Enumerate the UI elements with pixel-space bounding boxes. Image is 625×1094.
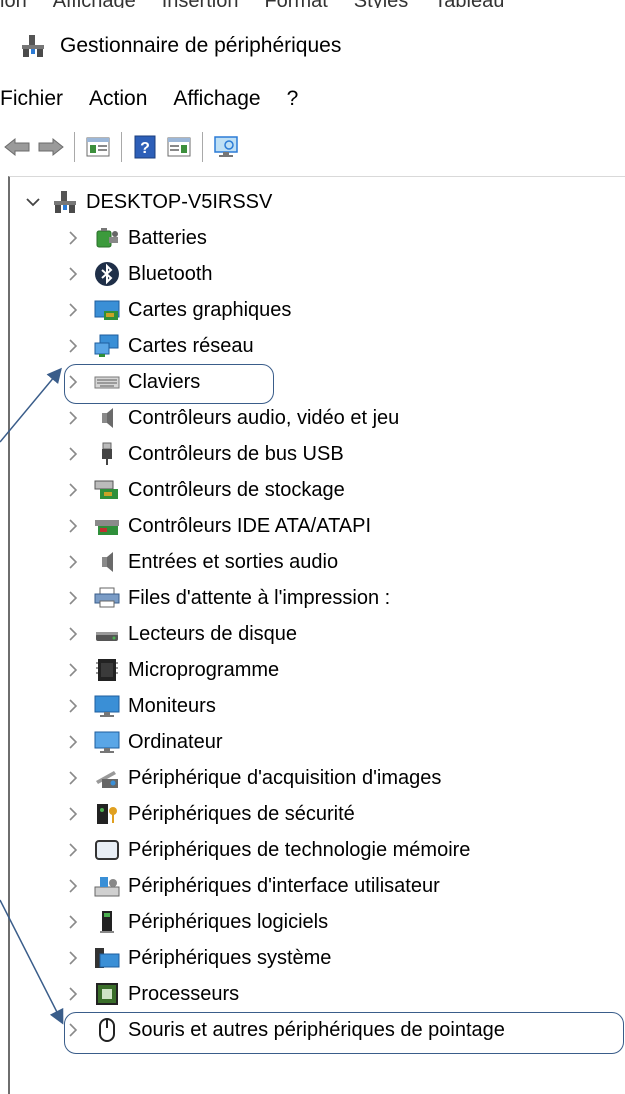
arrow-to-claviers [0,367,62,443]
annotation-arrows [0,367,64,1025]
arrow-to-souris [0,899,64,1025]
